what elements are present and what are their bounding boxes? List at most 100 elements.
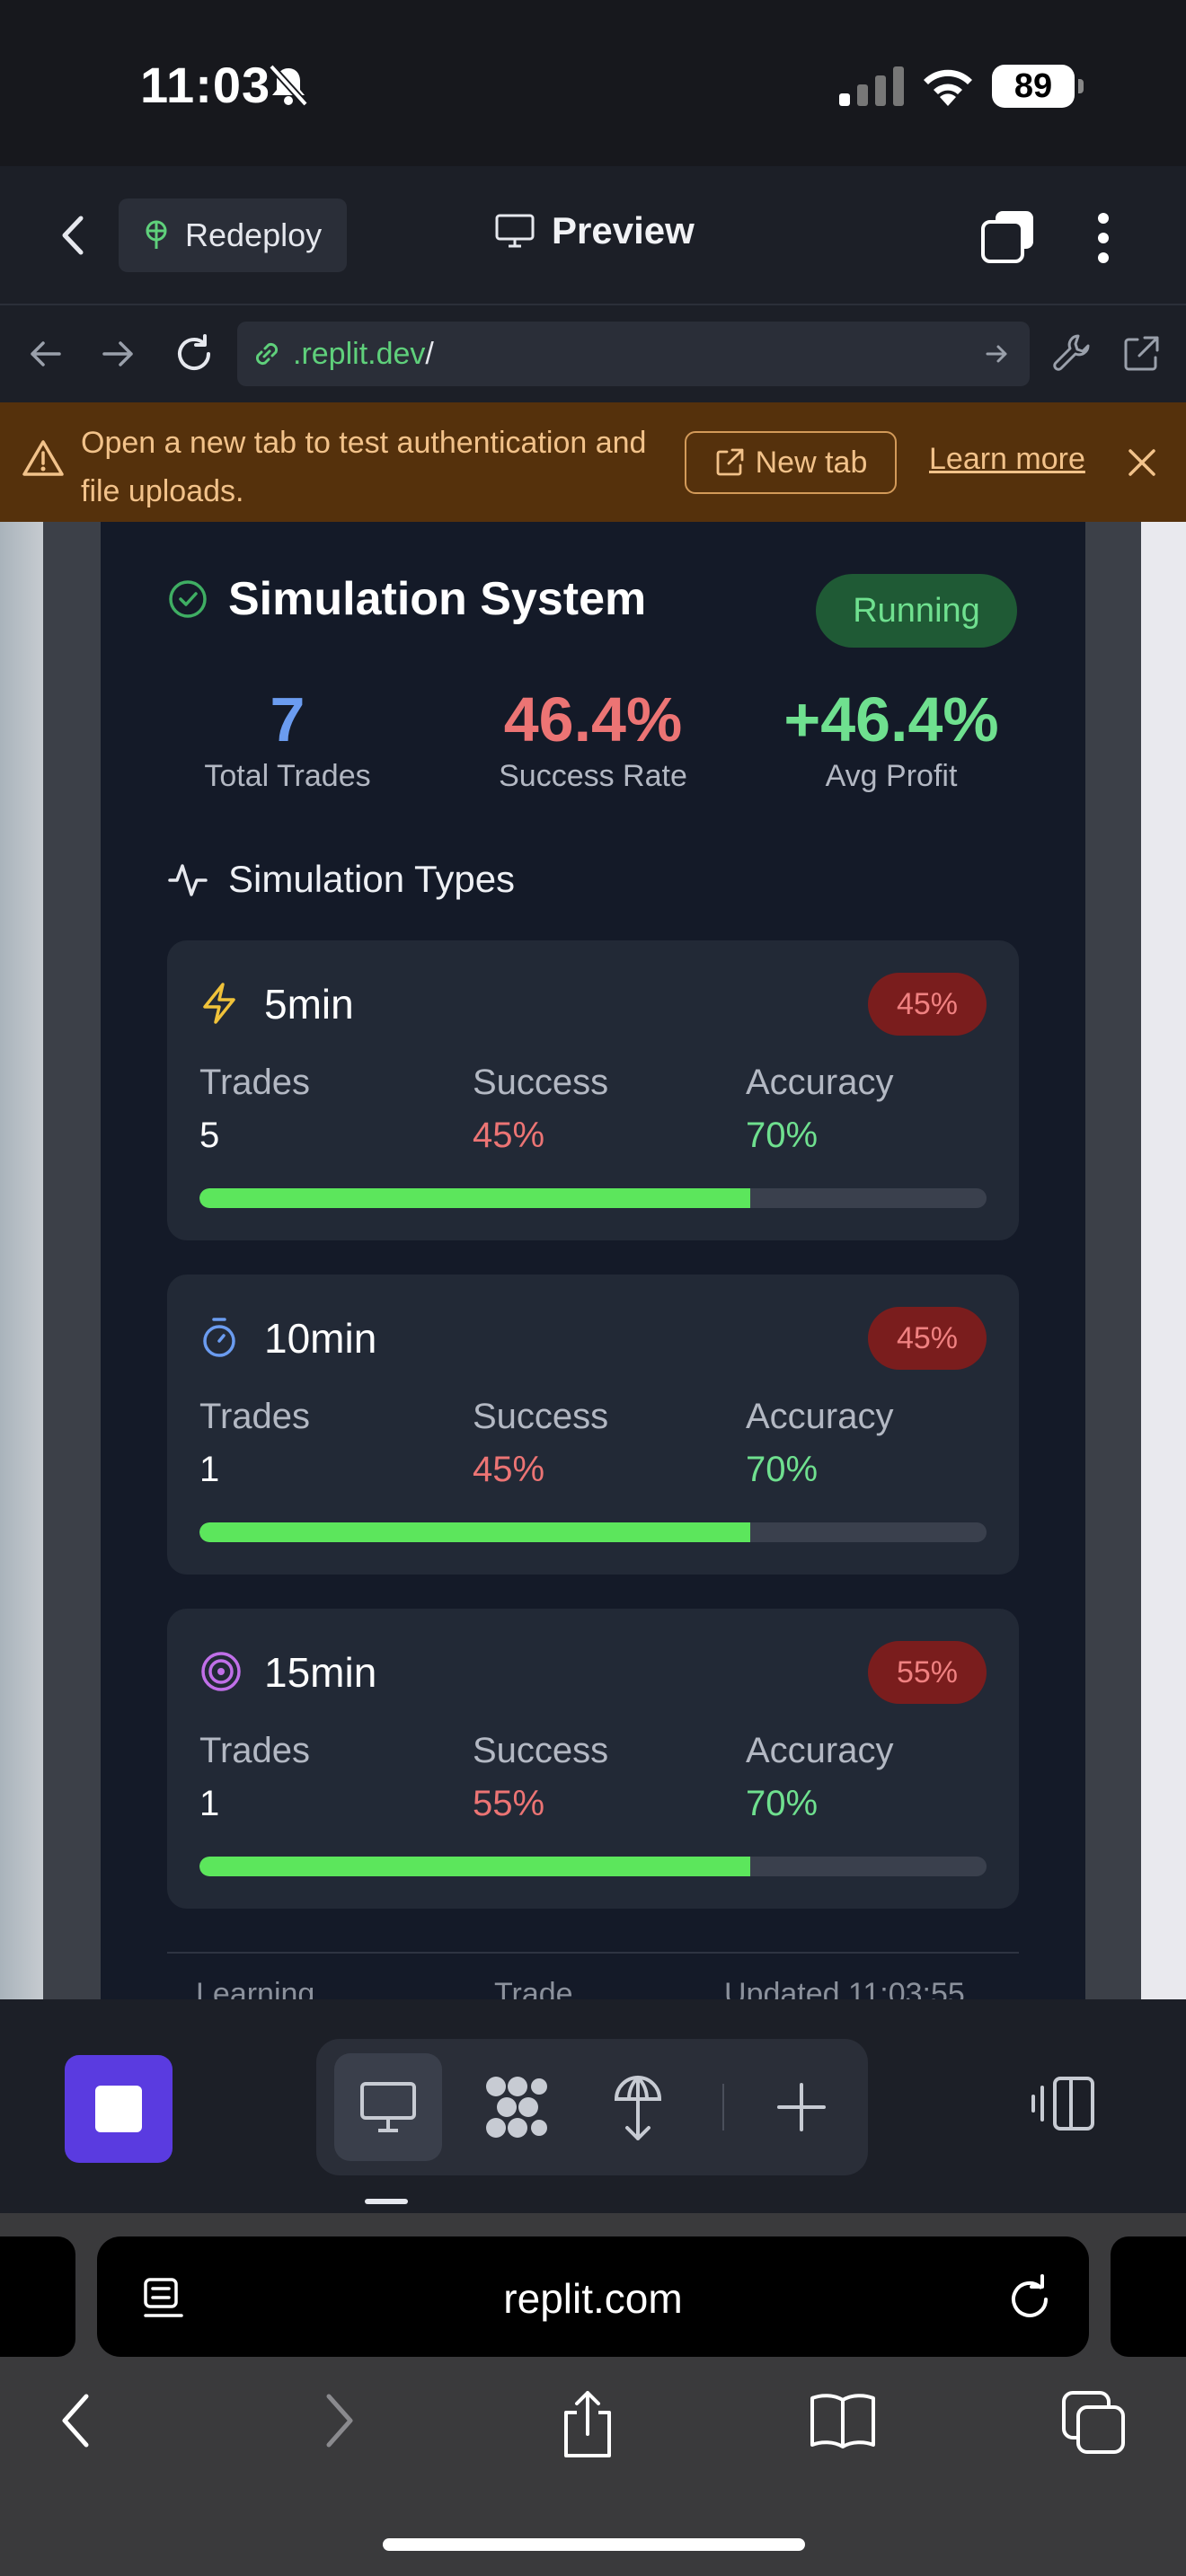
accuracy-value: 70%	[746, 1450, 819, 1489]
previous-tab-peek[interactable]	[0, 2236, 75, 2357]
url-path: /	[425, 336, 434, 371]
panel-toggle-icon[interactable]	[1031, 2075, 1096, 2132]
home-indicator	[383, 2538, 805, 2551]
go-arrow-icon[interactable]	[985, 341, 1010, 366]
footer-divider	[167, 1952, 1019, 1954]
url-field[interactable]: .replit.dev/	[237, 322, 1030, 386]
preview-label: Preview	[552, 209, 695, 251]
success-badge: 45%	[868, 1307, 987, 1370]
types-heading-label: Simulation Types	[228, 858, 516, 900]
success-column: Success 45%	[473, 1397, 608, 1490]
external-link-icon[interactable]	[1121, 334, 1161, 374]
stop-icon	[95, 2086, 142, 2132]
stat-label: Total Trades	[204, 759, 371, 793]
plus-icon	[777, 2083, 826, 2131]
tabs-icon[interactable]	[1060, 2389, 1127, 2456]
tool-add[interactable]	[748, 2053, 855, 2161]
close-icon[interactable]	[1127, 447, 1157, 478]
progress-fill	[199, 1857, 751, 1876]
wifi-icon	[924, 69, 972, 106]
success-badge: 55%	[868, 1641, 987, 1704]
forward-chevron-icon	[326, 2394, 353, 2448]
simulation-card-5min[interactable]: 5min 45% Trades 5 Success 45% Accuracy 7…	[167, 940, 1019, 1240]
banner-message: Open a new tab to test authentication an…	[81, 426, 647, 508]
accuracy-value: 70%	[746, 1784, 819, 1823]
accuracy-label: Accuracy	[746, 1397, 894, 1436]
bookmarks-icon[interactable]	[807, 2389, 879, 2452]
next-tab-peek[interactable]	[1111, 2236, 1186, 2357]
learn-more-link[interactable]: Learn more	[929, 442, 1085, 477]
simulation-card-15min[interactable]: 15min 55% Trades 1 Success 55% Accuracy …	[167, 1609, 1019, 1909]
success-value: 55%	[473, 1784, 545, 1823]
back-chevron-icon[interactable]	[58, 2389, 97, 2452]
url-host: .replit.dev	[293, 336, 426, 371]
tool-workspace[interactable]	[462, 2053, 570, 2161]
success-value: 45%	[473, 1450, 545, 1489]
more-vertical-icon[interactable]	[1094, 211, 1112, 265]
trades-column: Trades 5	[199, 1063, 310, 1156]
deploy-icon	[614, 2075, 662, 2140]
back-chevron-icon[interactable]	[56, 213, 92, 258]
workspace-grid-icon	[486, 2077, 547, 2138]
trades-column: Trades 1	[199, 1397, 310, 1490]
accuracy-column: Accuracy 70%	[746, 1731, 894, 1824]
cellular-signal-icon	[839, 66, 904, 106]
system-title: Simulation System	[228, 573, 647, 625]
share-icon[interactable]	[557, 2389, 618, 2461]
new-tab-button[interactable]: New tab	[685, 431, 897, 494]
monitor-icon	[360, 2082, 416, 2132]
trades-label: Trades	[199, 1397, 311, 1436]
success-label: Success	[473, 1731, 609, 1770]
stat-total-trades: 7 Total Trades	[135, 684, 440, 794]
wrench-icon[interactable]	[1051, 332, 1093, 374]
progress-fill	[199, 1522, 751, 1542]
arrow-left-icon[interactable]	[27, 336, 63, 372]
success-label: Success	[473, 1063, 609, 1102]
footer-learning: Learning	[196, 1977, 315, 1999]
link-icon	[255, 342, 279, 366]
arrow-right-icon[interactable]	[101, 336, 137, 372]
success-value: 45%	[473, 1116, 545, 1155]
battery-indicator: 89	[992, 65, 1084, 108]
active-tab-indicator	[365, 2199, 408, 2204]
preview-tab[interactable]: Preview	[494, 209, 695, 252]
tool-separator	[722, 2084, 724, 2130]
accuracy-progress-bar	[199, 1522, 987, 1542]
accuracy-column: Accuracy 70%	[746, 1397, 894, 1490]
auth-warning-banner: Open a new tab to test authentication an…	[0, 402, 1186, 522]
activity-icon	[168, 864, 208, 896]
warning-triangle-icon	[22, 440, 64, 476]
status-badge: Running	[816, 574, 1017, 648]
trades-value: 1	[199, 1450, 220, 1489]
trades-label: Trades	[199, 1731, 311, 1770]
simulation-card-10min[interactable]: 10min 45% Trades 1 Success 45% Accuracy …	[167, 1275, 1019, 1575]
tabs-icon[interactable]	[979, 207, 1039, 265]
safari-address-bar[interactable]: replit.com	[97, 2236, 1089, 2357]
trades-value: 1	[199, 1784, 220, 1823]
stop-button[interactable]	[65, 2055, 173, 2163]
tool-group	[316, 2039, 868, 2175]
progress-fill	[199, 1188, 751, 1208]
success-column: Success 45%	[473, 1063, 608, 1156]
card-title: 5min	[264, 981, 354, 1028]
accuracy-column: Accuracy 70%	[746, 1063, 894, 1156]
replit-header: Redeploy Preview	[0, 166, 1186, 305]
target-icon	[201, 1652, 241, 1691]
accuracy-value: 70%	[746, 1116, 819, 1155]
external-link-icon	[716, 448, 744, 476]
accuracy-label: Accuracy	[746, 1731, 894, 1770]
safari-host: replit.com	[503, 2275, 683, 2322]
stat-value: 46.4%	[503, 684, 683, 754]
card-title: 15min	[264, 1649, 377, 1696]
reload-icon[interactable]	[173, 332, 216, 375]
redeploy-button[interactable]: Redeploy	[119, 198, 347, 272]
url-text: .replit.dev/	[293, 337, 434, 372]
tool-deployments[interactable]	[584, 2053, 692, 2161]
stat-success-rate: 46.4% Success Rate	[440, 684, 746, 794]
trades-column: Trades 1	[199, 1731, 310, 1824]
reload-icon[interactable]	[1006, 2272, 1053, 2321]
accuracy-label: Accuracy	[746, 1063, 894, 1102]
stat-value: 7	[270, 684, 305, 754]
tool-preview[interactable]	[334, 2053, 442, 2161]
footer-trade: Trade	[494, 1977, 573, 1999]
